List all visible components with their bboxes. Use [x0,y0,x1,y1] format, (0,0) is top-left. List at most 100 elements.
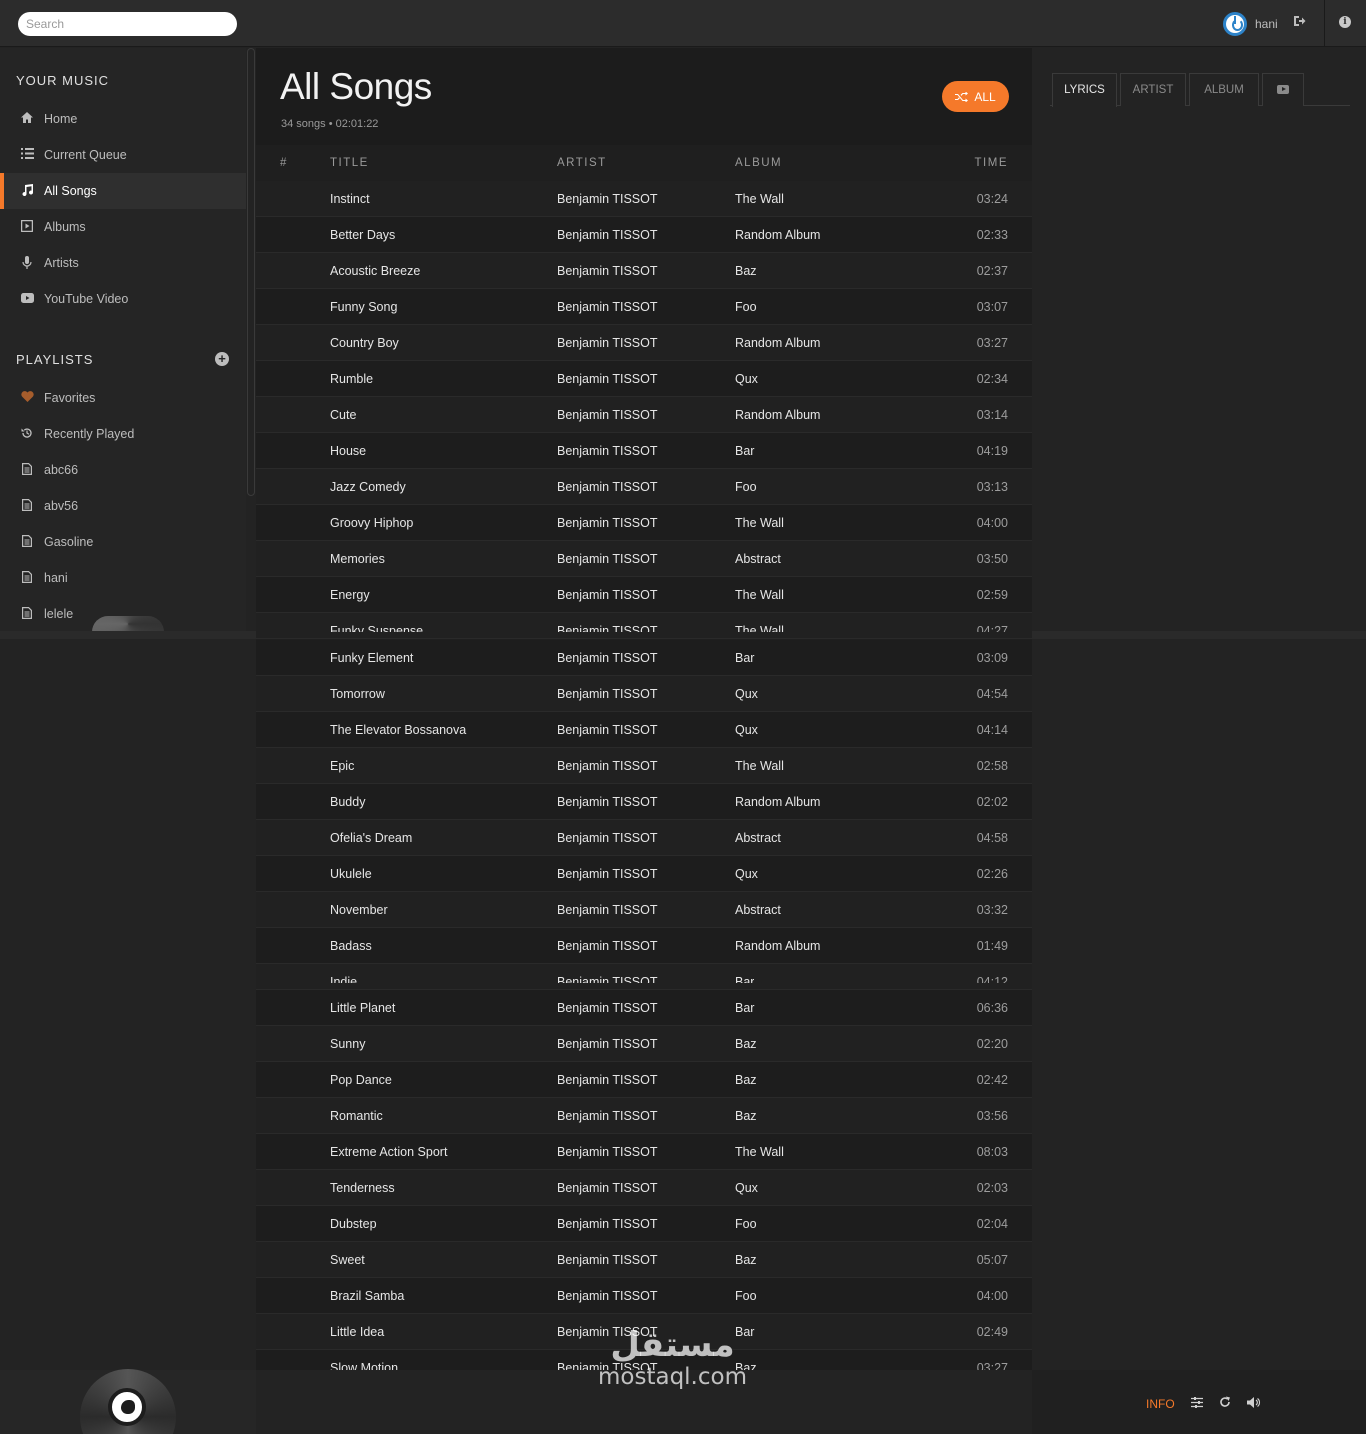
column-header-artist[interactable]: ARTIST [557,157,607,169]
table-row[interactable]: Funky Element Benjamin TISSOT Bar 03:09 [256,640,1032,676]
search-input[interactable] [18,12,237,36]
song-album: Baz [735,264,757,278]
song-album: Random Album [735,939,821,953]
song-duration: 03:09 [976,651,1008,665]
song-title: Funny Song [330,300,398,314]
tab-lyrics[interactable]: LYRICS [1052,73,1117,107]
song-album: Abstract [735,552,781,566]
tab-video[interactable] [1262,73,1304,106]
table-row[interactable]: Funny Song Benjamin TISSOT Foo 03:07 [256,289,1032,325]
table-row[interactable]: Buddy Benjamin TISSOT Random Album 02:02 [256,784,1032,820]
table-row[interactable]: Dubstep Benjamin TISSOT Foo 02:04 [256,1206,1032,1242]
table-row[interactable]: Pop Dance Benjamin TISSOT Baz 02:42 [256,1062,1032,1098]
table-row[interactable]: The Elevator Bossanova Benjamin TISSOT Qux… [256,712,1032,748]
table-row[interactable]: Funky Suspense Benjamin TISSOT The Wall 04:… [256,613,1032,639]
table-row[interactable]: Groovy Hiphop Benjamin TISSOT The Wall 04:0… [256,505,1032,541]
sidebar-item-artists[interactable]: Artists [0,245,246,281]
equalizer-icon[interactable] [1190,1396,1203,1411]
table-row[interactable]: Rumble Benjamin TISSOT Qux 02:34 [256,361,1032,397]
table-row[interactable]: Romantic Benjamin TISSOT Baz 03:56 [256,1098,1032,1134]
table-row[interactable]: Energy Benjamin TISSOT The Wall 02:59 [256,577,1032,613]
song-artist: Benjamin TISSOT [557,480,658,494]
logout-icon[interactable] [1293,15,1307,29]
song-title: Little Idea [330,1325,385,1339]
song-title: Groovy Hiphop [330,516,414,530]
song-title: Jazz Comedy [330,480,406,494]
song-title: November [330,903,388,917]
song-duration: 02:59 [976,588,1008,602]
user-menu[interactable]: hani [1223,12,1278,36]
sidebar-item-youtube-video[interactable]: YouTube Video [0,281,246,317]
song-duration: 03:27 [976,336,1008,350]
sidebar-item-all-songs[interactable]: All Songs [0,173,246,209]
your-music-heading: YOUR MUSIC [16,73,110,88]
playlist-item-favorites[interactable]: Favorites [0,380,246,416]
table-row[interactable]: Ofelia's Dream Benjamin TISSOT Abstract 04:… [256,820,1032,856]
table-row[interactable]: Country Boy Benjamin TISSOT Random Album 03… [256,325,1032,361]
table-row[interactable]: Memories Benjamin TISSOT Abstract 03:50 [256,541,1032,577]
info-toggle-button[interactable]: INFO [1146,1397,1175,1411]
song-artist: Benjamin TISSOT [557,1181,658,1195]
table-row[interactable]: Sweet Benjamin TISSOT Baz 05:07 [256,1242,1032,1278]
volume-icon[interactable] [1246,1396,1261,1411]
playlist-item-abv56[interactable]: abv56 [0,488,246,524]
song-album: Bar [735,444,755,458]
songs-panel: All Songs 34 songs • 02:01:22 ALL # TITL… [256,48,1032,1386]
column-header-time[interactable]: TIME [975,157,1008,169]
table-row[interactable]: Tomorrow Benjamin TISSOT Qux 04:54 [256,676,1032,712]
table-row[interactable]: November Benjamin TISSOT Abstract 03:32 [256,892,1032,928]
table-row[interactable]: Cute Benjamin TISSOT Random Album 03:14 [256,397,1032,433]
table-row[interactable]: Brazil Samba Benjamin TISSOT Foo 04:00 [256,1278,1032,1314]
table-row[interactable]: Epic Benjamin TISSOT The Wall 02:58 [256,748,1032,784]
playlist-item-label: Gasoline [44,535,94,549]
column-header-number[interactable]: # [280,157,288,169]
table-row[interactable]: Better Days Benjamin TISSOT Random Album 02… [256,217,1032,253]
song-duration: 04:54 [976,687,1008,701]
column-header-album[interactable]: ALBUM [735,157,782,169]
add-playlist-button[interactable]: + [215,352,229,366]
column-header-title[interactable]: TITLE [330,157,369,169]
playlist-item-label: abc66 [44,463,79,477]
table-row[interactable]: Badass Benjamin TISSOT Random Album 01:49 [256,928,1032,964]
playlist-item-hani[interactable]: hani [0,560,246,596]
song-artist: Benjamin TISSOT [557,939,658,953]
table-row[interactable]: Little Planet Benjamin TISSOT Bar 06:36 [256,990,1032,1026]
sidebar-item-current-queue[interactable]: Current Queue [0,137,246,173]
table-row[interactable]: Jazz Comedy Benjamin TISSOT Foo 03:13 [256,469,1032,505]
song-title: The Elevator Bossanova [330,723,467,737]
table-row[interactable]: Instinct Benjamin TISSOT The Wall 03:24 [256,181,1032,217]
tab-album[interactable]: ALBUM [1189,73,1259,106]
song-title: Rumble [330,372,374,386]
info-button[interactable]: i [1324,0,1366,47]
shuffle-icon [955,91,969,102]
table-row[interactable]: House Benjamin TISSOT Bar 04:19 [256,433,1032,469]
table-row[interactable]: Tenderness Benjamin TISSOT Qux 02:03 [256,1170,1032,1206]
sidebar-scrollbar[interactable] [247,48,255,496]
sidebar-item-home[interactable]: Home [0,101,246,137]
tab-artist[interactable]: ARTIST [1120,73,1186,106]
table-row[interactable]: Acoustic Breeze Benjamin TISSOT Baz 02:37 [256,253,1032,289]
song-duration: 03:32 [976,903,1008,917]
user-name[interactable]: hani [1255,17,1278,31]
song-artist: Benjamin TISSOT [557,516,658,530]
player-controls: INFO [1146,1396,1261,1411]
playlist-item-abc66[interactable]: abc66 [0,452,246,488]
table-row[interactable]: Sunny Benjamin TISSOT Baz 02:20 [256,1026,1032,1062]
table-row[interactable]: Extreme Action Sport Benjamin TISSOT The W… [256,1134,1032,1170]
table-row[interactable]: Indie Benjamin TISSOT Bar 04:12 [256,964,1032,990]
song-album: Abstract [735,831,781,845]
song-album: Baz [735,1109,757,1123]
song-title: Pop Dance [330,1073,392,1087]
playlist-item-recently-played[interactable]: Recently Played [0,416,246,452]
song-title: Indie [330,975,358,983]
song-artist: Benjamin TISSOT [557,1001,658,1015]
song-title: Energy [330,588,370,602]
repeat-icon[interactable] [1219,1396,1231,1411]
sidebar-item-albums[interactable]: Albums [0,209,246,245]
playlist-item-gasoline[interactable]: Gasoline [0,524,246,560]
shuffle-all-button[interactable]: ALL [942,81,1009,112]
song-title: Sunny [330,1037,366,1051]
table-row[interactable]: Ukulele Benjamin TISSOT Qux 02:26 [256,856,1032,892]
user-avatar[interactable] [1223,12,1247,36]
song-album: Bar [735,1001,755,1015]
